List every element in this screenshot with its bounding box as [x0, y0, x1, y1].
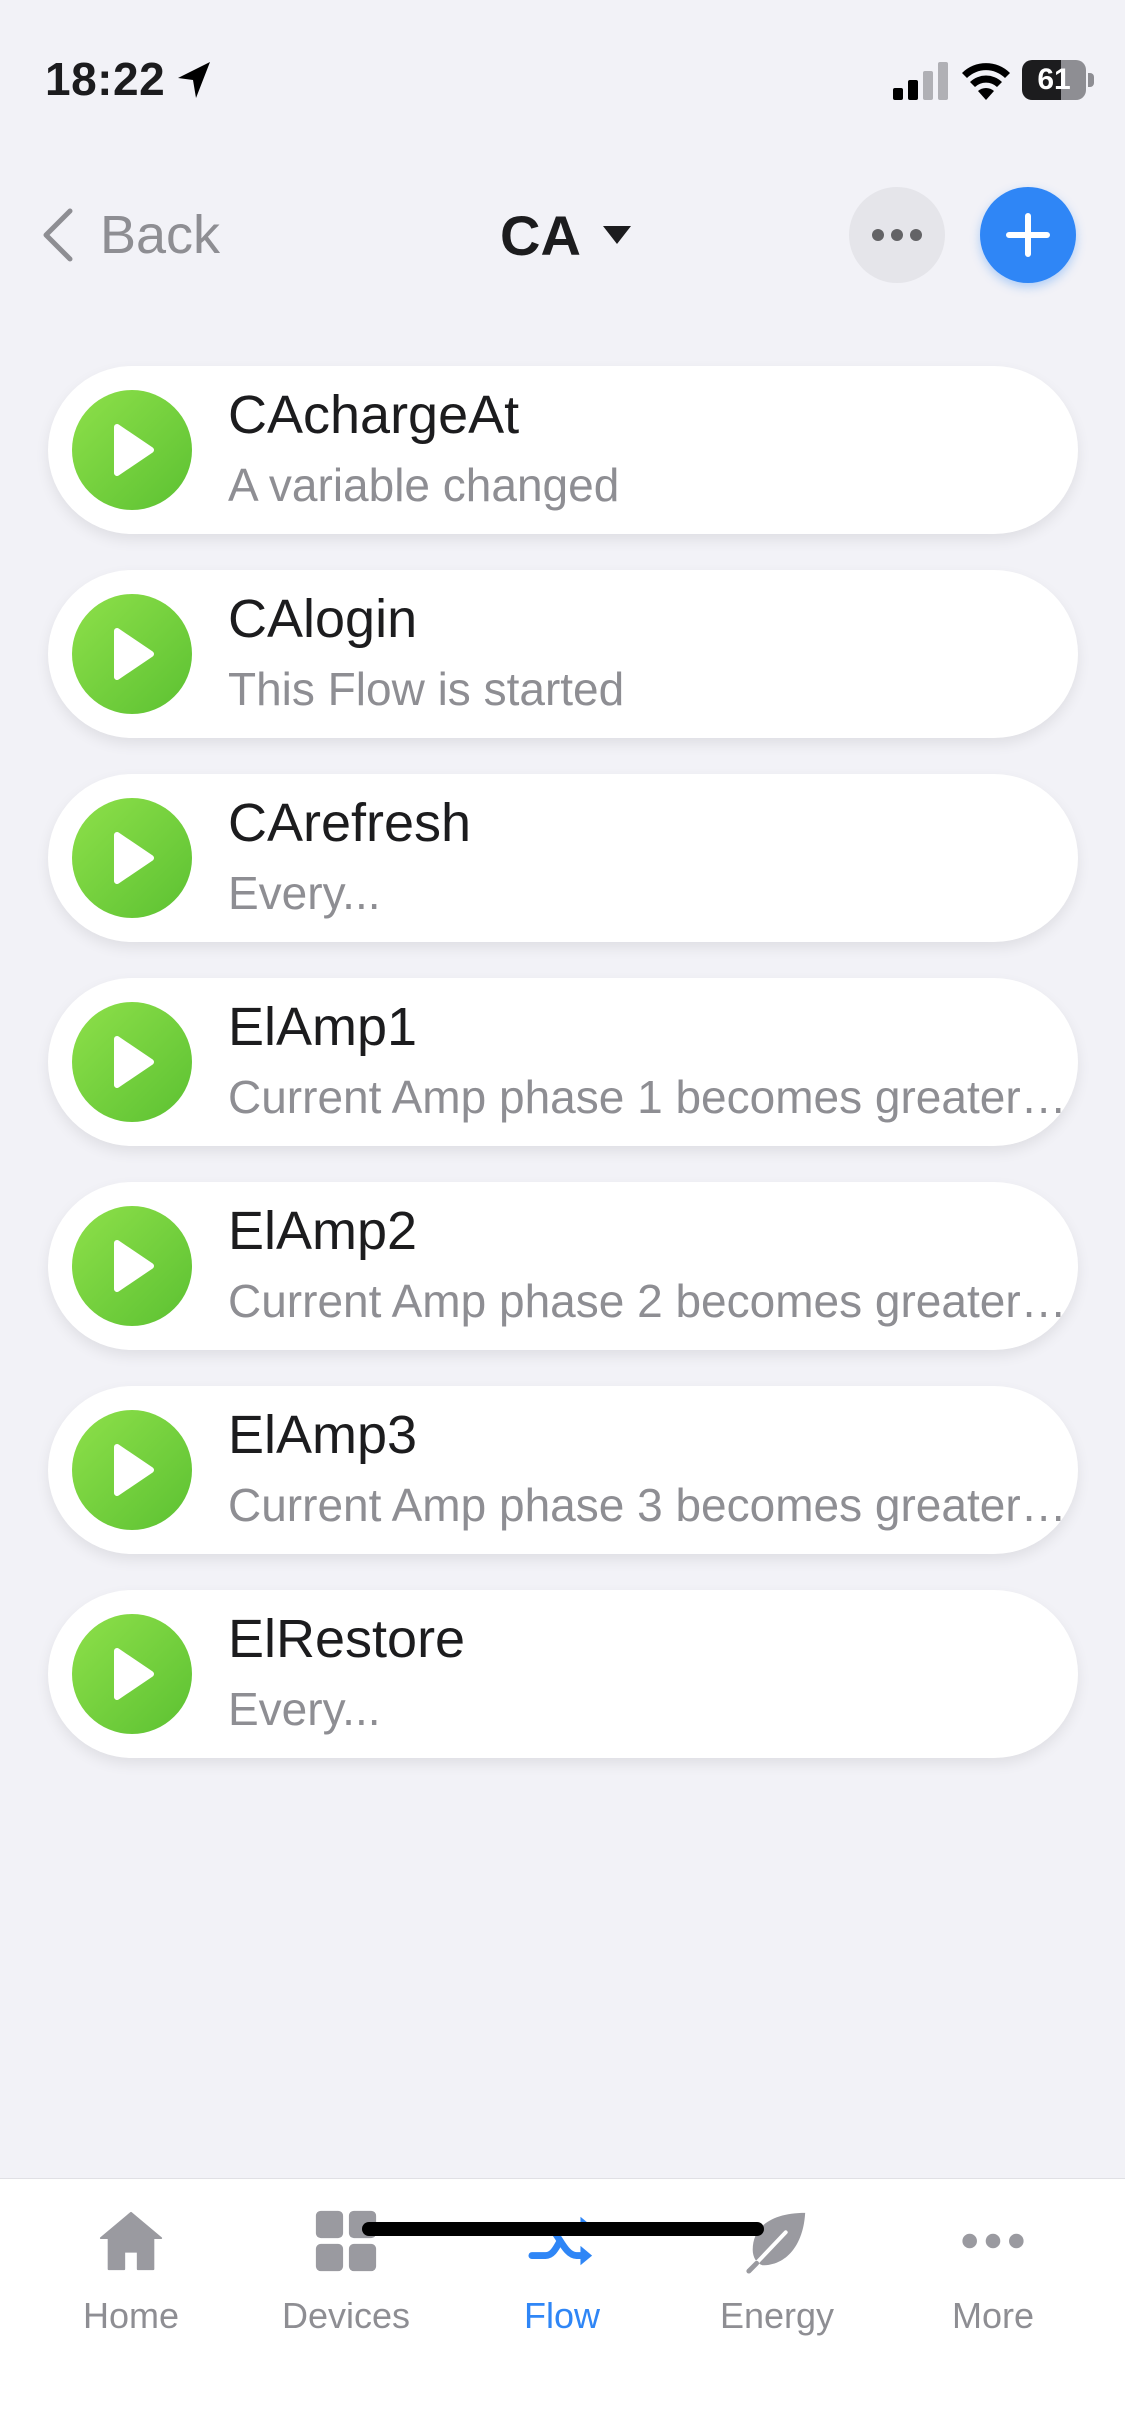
- flow-card[interactable]: CAlogin This Flow is started: [48, 570, 1078, 738]
- tab-label-more: More: [951, 2295, 1035, 2336]
- flow-trigger: Current Amp phase 3 becomes greater than…: [228, 1479, 1073, 1531]
- flow-card[interactable]: ElAmp2 Current Amp phase 2 becomes great…: [48, 1182, 1078, 1350]
- caret-down-icon: [602, 226, 631, 244]
- devices-icon: [315, 2210, 377, 2272]
- flow-card[interactable]: ElRestore Every...: [48, 1590, 1078, 1758]
- play-icon: [114, 424, 154, 476]
- play-icon: [114, 1036, 154, 1088]
- more-options-button[interactable]: [849, 187, 945, 283]
- leaf-icon: [746, 2212, 806, 2274]
- ellipsis-icon: [872, 229, 922, 241]
- flow-trigger: Every...: [228, 1683, 381, 1735]
- flow-trigger: This Flow is started: [228, 663, 625, 715]
- flow-trigger: A variable changed: [228, 459, 620, 511]
- flow-card[interactable]: ElAmp1 Current Amp phase 1 becomes great…: [48, 978, 1078, 1146]
- tab-label-flow: Flow: [523, 2295, 600, 2336]
- tab-label-energy: Energy: [719, 2295, 835, 2336]
- home-icon: [99, 2211, 163, 2271]
- flow-name: ElAmp3: [228, 1405, 418, 1465]
- run-flow-button[interactable]: [72, 390, 192, 510]
- flow-trigger: Current Amp phase 1 becomes greater than…: [228, 1071, 1073, 1123]
- tab-label-home: Home: [82, 2295, 180, 2336]
- plus-icon: [1006, 213, 1050, 257]
- flow-name: ElAmp2: [228, 1201, 418, 1261]
- location-arrow-icon: [178, 62, 210, 98]
- more-dots-icon: [962, 2233, 1024, 2249]
- flow-name: ElAmp1: [228, 997, 418, 1057]
- flow-name: CAlogin: [228, 589, 418, 649]
- play-icon: [114, 1648, 154, 1700]
- flow-trigger: Every...: [228, 867, 381, 919]
- play-icon: [114, 628, 154, 680]
- battery-level-text: 61: [1037, 63, 1071, 96]
- navigation-header: Back CA: [0, 180, 1125, 290]
- wifi-icon: [962, 63, 1010, 100]
- tab-more[interactable]: More: [903, 2207, 1083, 2337]
- flow-icon: [528, 2216, 593, 2266]
- flow-name: ElRestore: [228, 1609, 466, 1669]
- play-icon: [114, 1240, 154, 1292]
- play-icon: [114, 832, 154, 884]
- status-time: 18:22: [45, 53, 166, 105]
- run-flow-button[interactable]: [72, 1002, 192, 1122]
- run-flow-button[interactable]: [72, 1410, 192, 1530]
- back-button[interactable]: Back: [40, 202, 220, 268]
- tab-bar: Home Devices Flow Energy More: [0, 2178, 1125, 2436]
- run-flow-button[interactable]: [72, 594, 192, 714]
- status-bar: 18:22 61: [0, 0, 1125, 150]
- cellular-signal-icon: [893, 62, 948, 100]
- run-flow-button[interactable]: [72, 1614, 192, 1734]
- flow-card[interactable]: ElAmp3 Current Amp phase 3 becomes great…: [48, 1386, 1078, 1554]
- flow-trigger: Current Amp phase 2 becomes greater than…: [228, 1275, 1073, 1327]
- run-flow-button[interactable]: [72, 798, 192, 918]
- flow-name: CArefresh: [228, 793, 472, 853]
- tab-label-devices: Devices: [281, 2295, 411, 2336]
- flow-list: CAchargeAt A variable changed CAlogin Th…: [48, 366, 1078, 1794]
- home-indicator: [362, 2222, 764, 2236]
- add-flow-button[interactable]: [980, 187, 1076, 283]
- page-title: CA: [500, 203, 581, 267]
- back-label: Back: [100, 205, 221, 265]
- play-icon: [114, 1444, 154, 1496]
- folder-title-dropdown[interactable]: CA: [500, 202, 631, 268]
- chevron-left-icon: [43, 208, 73, 262]
- flow-card[interactable]: CArefresh Every...: [48, 774, 1078, 942]
- flow-name: CAchargeAt: [228, 385, 520, 445]
- tab-home[interactable]: Home: [41, 2207, 221, 2337]
- flow-card[interactable]: CAchargeAt A variable changed: [48, 366, 1078, 534]
- run-flow-button[interactable]: [72, 1206, 192, 1326]
- battery-indicator: 61: [1022, 60, 1094, 100]
